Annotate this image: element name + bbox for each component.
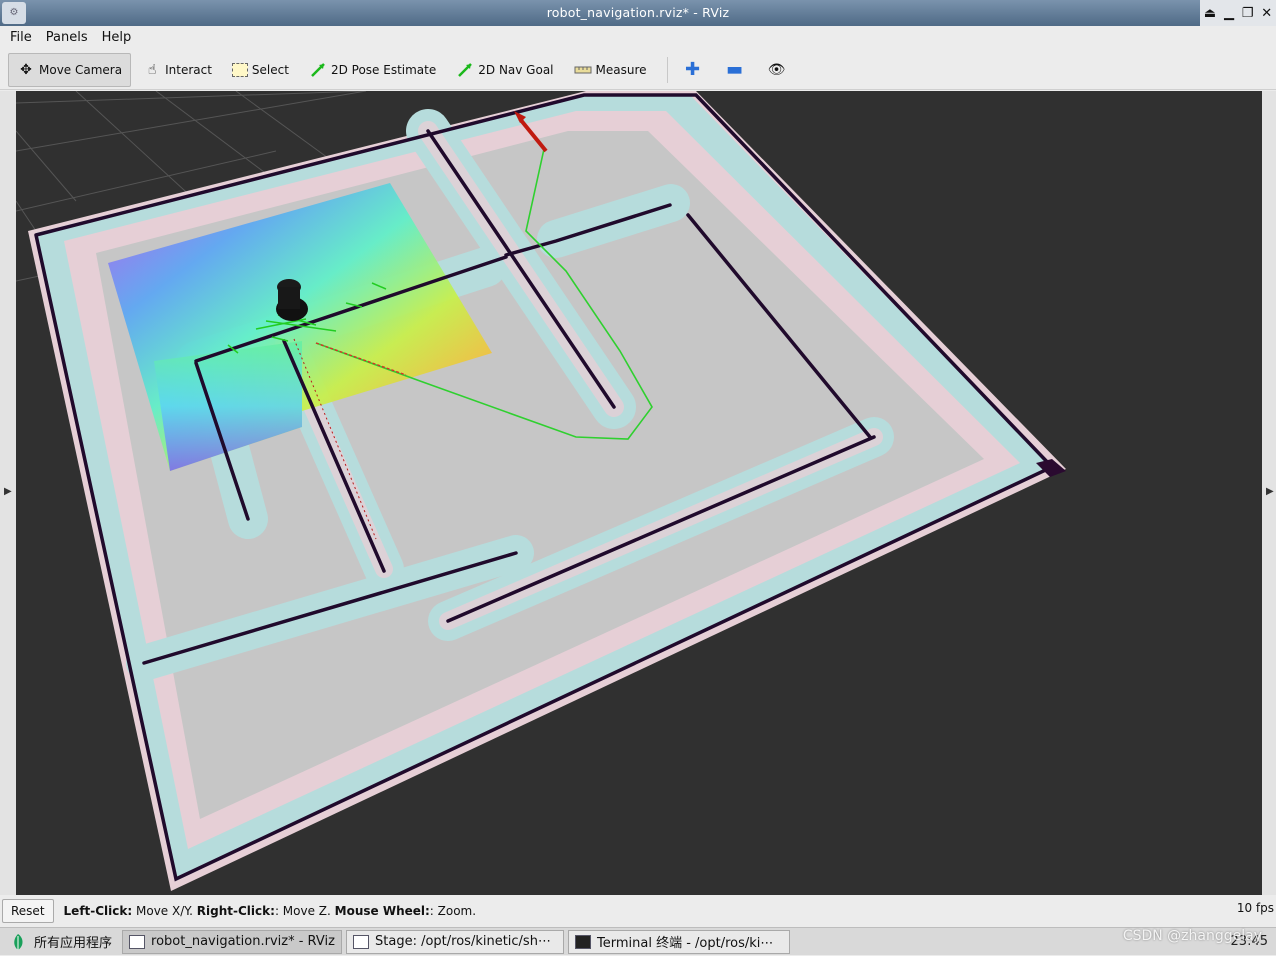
green-arrow-icon <box>456 61 474 79</box>
terminal-icon <box>575 934 592 949</box>
task-label: Stage: /opt/ros/kinetic/sh⋯ <box>375 934 551 949</box>
hint-bold: Right-Click: <box>196 904 275 918</box>
mouse-hint: Left-Click: Move X/Y. Right-Click:: Move… <box>64 904 477 918</box>
start-menu-button[interactable]: 所有应用程序 <box>0 928 122 956</box>
expand-right-icon[interactable]: ▶ <box>1266 486 1274 497</box>
measure-button[interactable]: Measure <box>566 53 655 87</box>
pose-estimate-button[interactable]: 2D Pose Estimate <box>301 53 444 87</box>
remove-tool-button[interactable]: ▬ <box>718 53 756 87</box>
nav-goal-button[interactable]: 2D Nav Goal <box>448 53 561 87</box>
menu-bar: File Panels Help <box>0 26 1276 48</box>
fps-counter: 10 fps <box>1236 901 1274 915</box>
expand-left-icon[interactable]: ▶ <box>4 486 12 497</box>
hint-bold: Left-Click: <box>63 904 133 918</box>
leaf-icon <box>14 933 23 950</box>
window-controls: ⏏ ▁ ❐ ✕ <box>1200 0 1276 26</box>
interact-button[interactable]: ☝ Interact <box>135 53 220 87</box>
window-title: robot_navigation.rviz* - RViz <box>546 5 730 20</box>
reset-button[interactable]: Reset <box>2 899 54 923</box>
menu-panels[interactable]: Panels <box>42 30 92 45</box>
maximize-button[interactable]: ❐ <box>1242 6 1254 21</box>
menu-help[interactable]: Help <box>98 30 136 45</box>
tool-label: Interact <box>165 62 212 77</box>
watermark: CSDN @zhanggelay <box>1122 928 1262 944</box>
hint-text: : Zoom. <box>429 904 477 918</box>
select-box-icon <box>231 62 248 77</box>
task-rviz[interactable]: robot_navigation.rviz* - RViz <box>122 929 343 954</box>
tool-label: Select <box>251 62 289 77</box>
window-icon <box>353 934 370 949</box>
minus-icon: ▬ <box>726 58 744 80</box>
tool-visibility-button[interactable]: 👁 <box>760 53 798 87</box>
taskbar: 所有应用程序 robot_navigation.rviz* - RViz Sta… <box>0 927 1276 955</box>
move-camera-icon: ✥ <box>20 61 32 78</box>
task-label: robot_navigation.rviz* - RViz <box>151 934 335 949</box>
hint-bold: Mouse Wheel: <box>334 904 430 918</box>
plus-icon: ✚ <box>684 58 701 80</box>
menu-file[interactable]: File <box>6 30 36 45</box>
move-camera-button[interactable]: ✥ Move Camera <box>8 52 132 87</box>
hint-text: Move X/Y. <box>132 904 197 918</box>
toolbar-separator <box>666 56 668 83</box>
start-menu-label: 所有应用程序 <box>34 936 113 951</box>
eject-icon[interactable]: ⏏ <box>1204 6 1216 21</box>
rviz-icon <box>129 934 146 949</box>
3d-viewport[interactable] <box>16 91 1262 895</box>
ruler-icon <box>574 61 592 79</box>
minimize-button[interactable]: ▁ <box>1224 6 1234 21</box>
hint-text: : Move Z. <box>274 904 335 918</box>
hand-icon: ☝ <box>147 61 157 78</box>
close-button[interactable]: ✕ <box>1261 6 1272 21</box>
tool-bar: ✥ Move Camera ☝ Interact Select 2D Pose … <box>0 50 1276 90</box>
tool-label: Move Camera <box>39 62 123 77</box>
task-terminal[interactable]: Terminal 终端 - /opt/ros/ki⋯ <box>568 929 791 954</box>
status-bar: Reset Left-Click: Move X/Y. Right-Click:… <box>0 896 1276 926</box>
eye-icon: 👁 <box>767 61 786 78</box>
tool-label: Measure <box>595 62 647 77</box>
green-arrow-icon <box>309 61 327 79</box>
task-label: Terminal 终端 - /opt/ros/ki⋯ <box>597 936 774 951</box>
task-stage[interactable]: Stage: /opt/ros/kinetic/sh⋯ <box>346 929 565 954</box>
tool-label: 2D Nav Goal <box>478 62 554 77</box>
left-panel-collapsed[interactable]: ▶ <box>0 91 16 895</box>
right-panel-collapsed[interactable]: ▶ <box>1262 91 1276 895</box>
window-titlebar: ⚙ robot_navigation.rviz* - RViz ⏏ ▁ ❐ ✕ <box>0 0 1276 26</box>
render-view[interactable] <box>16 91 1262 895</box>
tool-label: 2D Pose Estimate <box>330 62 437 77</box>
add-tool-button[interactable]: ✚ <box>676 53 714 87</box>
select-button[interactable]: Select <box>224 53 297 87</box>
